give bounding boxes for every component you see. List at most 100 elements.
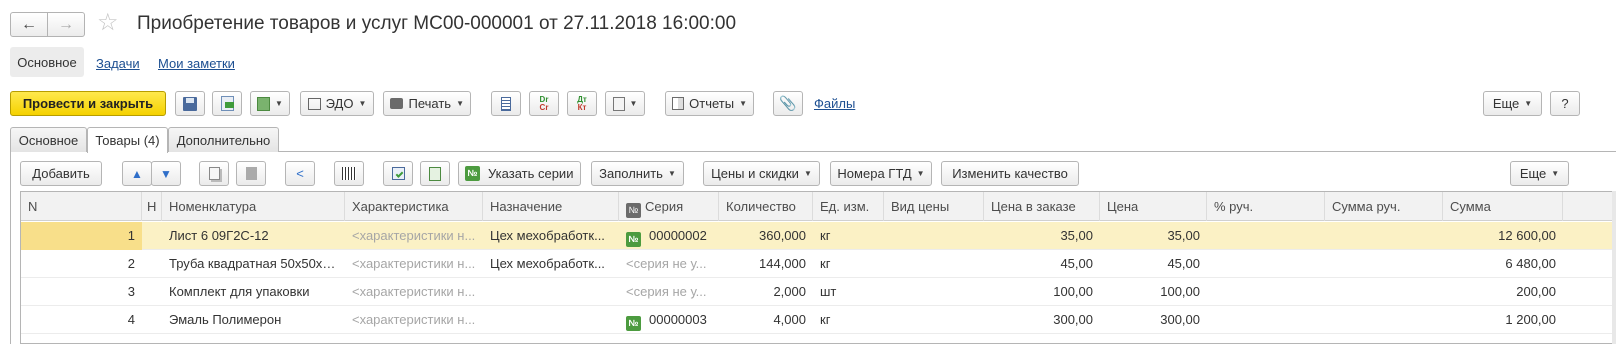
select-goods-button[interactable] bbox=[383, 161, 413, 186]
gtd-numbers-button[interactable]: Номера ГТД ▼ bbox=[830, 161, 932, 186]
save-button[interactable] bbox=[175, 91, 205, 116]
series-cell[interactable]: <серия не у... bbox=[619, 250, 719, 278]
forward-button[interactable]: → bbox=[47, 12, 85, 37]
create-based-on-icon bbox=[257, 96, 271, 111]
col-quantity[interactable]: Количество bbox=[719, 192, 813, 221]
post-and-close-button[interactable]: Провести и закрыть bbox=[10, 91, 166, 116]
tab-tasks[interactable]: Задачи bbox=[96, 56, 140, 71]
purpose-cell[interactable] bbox=[483, 278, 619, 306]
change-quality-button[interactable]: Изменить качество bbox=[941, 161, 1079, 186]
series-value: 00000002 bbox=[649, 228, 707, 243]
more-button[interactable]: Еще ▼ bbox=[1483, 91, 1542, 116]
sum-cell[interactable]: 1 200,00 bbox=[1443, 306, 1563, 334]
edo-button[interactable]: ЭДО ▼ bbox=[300, 91, 374, 116]
order-price-cell[interactable]: 45,00 bbox=[984, 250, 1100, 278]
table-row[interactable]: 3 Комплект для упаковки <характеристики … bbox=[21, 278, 1616, 306]
files-link[interactable]: Файлы bbox=[814, 96, 855, 111]
characteristic-cell[interactable]: <характеристики н... bbox=[345, 250, 483, 278]
sum-cell[interactable]: 12 600,00 bbox=[1443, 222, 1563, 250]
col-series[interactable]: № Серия bbox=[619, 192, 719, 221]
favorite-star-icon[interactable]: ☆ bbox=[97, 10, 119, 36]
col-order-price[interactable]: Цена в заказе bbox=[984, 192, 1100, 221]
col-manual-pct[interactable]: % руч. bbox=[1207, 192, 1325, 221]
chevron-down-icon: ▼ bbox=[456, 99, 464, 108]
add-row-button[interactable]: Добавить bbox=[20, 161, 102, 186]
goods-table[interactable]: N Н Номенклатура Характеристика Назначен… bbox=[20, 191, 1616, 344]
price-cell[interactable]: 100,00 bbox=[1100, 278, 1207, 306]
col-manual-sum[interactable]: Сумма руч. bbox=[1325, 192, 1443, 221]
tab-doc-main[interactable]: Основное bbox=[10, 127, 87, 152]
series-cell[interactable]: № 00000002 bbox=[619, 222, 719, 250]
table-row[interactable]: 1 Лист 6 09Г2С-12 <характеристики н... Ц… bbox=[21, 222, 1616, 250]
quantity-cell[interactable]: 4,000 bbox=[719, 306, 813, 334]
unit-cell[interactable]: кг bbox=[813, 250, 884, 278]
attachments-button[interactable]: ▼ bbox=[605, 91, 645, 116]
purpose-cell[interactable]: Цех мехобработк... bbox=[483, 250, 619, 278]
purpose-cell[interactable]: Цех мехобработк... bbox=[483, 222, 619, 250]
dt-cr-button[interactable]: Dr Cr bbox=[529, 91, 559, 116]
tab-main[interactable]: Основное bbox=[10, 47, 84, 77]
split-row-button[interactable]: < bbox=[285, 161, 315, 186]
reports-button[interactable]: Отчеты ▼ bbox=[665, 91, 754, 116]
tab-doc-goods[interactable]: Товары (4) bbox=[87, 127, 168, 153]
col-characteristic[interactable]: Характеристика bbox=[345, 192, 483, 221]
table-row[interactable]: 2 Труба квадратная 50x50x4... <характери… bbox=[21, 250, 1616, 278]
unit-cell[interactable]: кг bbox=[813, 306, 884, 334]
nomenclature-cell[interactable]: Лист 6 09Г2С-12 bbox=[162, 222, 345, 250]
dt-kt-button[interactable]: Дт Кт bbox=[567, 91, 597, 116]
characteristic-cell[interactable]: <характеристики н... bbox=[345, 222, 483, 250]
back-button[interactable]: ← bbox=[10, 12, 48, 37]
col-unit[interactable]: Ед. изм. bbox=[813, 192, 884, 221]
order-price-cell[interactable]: 35,00 bbox=[984, 222, 1100, 250]
series-cell[interactable]: № 00000003 bbox=[619, 306, 719, 334]
sum-cell[interactable]: 200,00 bbox=[1443, 278, 1563, 306]
attach-file-button[interactable]: 📎 bbox=[773, 91, 803, 116]
sum-cell[interactable]: 6 480,00 bbox=[1443, 250, 1563, 278]
col-purpose[interactable]: Назначение bbox=[483, 192, 619, 221]
unit-cell[interactable]: кг bbox=[813, 222, 884, 250]
characteristic-cell[interactable]: <характеристики н... bbox=[345, 306, 483, 334]
tab-doc-extra[interactable]: Дополнительно bbox=[168, 127, 279, 152]
characteristic-cell[interactable]: <характеристики н... bbox=[345, 278, 483, 306]
col-sum[interactable]: Сумма bbox=[1443, 192, 1563, 221]
post-button[interactable] bbox=[212, 91, 242, 116]
tab-notes[interactable]: Мои заметки bbox=[158, 56, 235, 71]
price-cell[interactable]: 45,00 bbox=[1100, 250, 1207, 278]
purpose-cell[interactable] bbox=[483, 306, 619, 334]
vertical-scrollbar[interactable] bbox=[1612, 191, 1616, 344]
nomenclature-cell[interactable]: Эмаль Полимерон bbox=[162, 306, 345, 334]
col-price-type[interactable]: Вид цены bbox=[884, 192, 984, 221]
quantity-cell[interactable]: 2,000 bbox=[719, 278, 813, 306]
print-label: Печать bbox=[408, 96, 452, 111]
col-flag[interactable]: Н bbox=[142, 192, 162, 221]
series-icon: № bbox=[626, 232, 641, 247]
barcode-button[interactable] bbox=[334, 161, 364, 186]
unit-cell[interactable]: шт bbox=[813, 278, 884, 306]
order-price-cell[interactable]: 300,00 bbox=[984, 306, 1100, 334]
quantity-cell[interactable]: 144,000 bbox=[719, 250, 813, 278]
copy-rows-button[interactable] bbox=[199, 161, 229, 186]
help-button[interactable]: ? bbox=[1550, 91, 1580, 116]
create-based-on-button[interactable]: ▼ bbox=[250, 91, 290, 116]
price-cell[interactable]: 300,00 bbox=[1100, 306, 1207, 334]
table-row[interactable]: 4 Эмаль Полимерон <характеристики н... №… bbox=[21, 306, 1616, 334]
nomenclature-cell[interactable]: Труба квадратная 50x50x4... bbox=[162, 250, 345, 278]
col-n[interactable]: N bbox=[21, 192, 142, 221]
fill-button[interactable]: Заполнить ▼ bbox=[591, 161, 684, 186]
print-button[interactable]: Печать ▼ bbox=[383, 91, 471, 116]
move-down-button[interactable]: ▼ bbox=[151, 161, 181, 186]
price-cell[interactable]: 35,00 bbox=[1100, 222, 1207, 250]
table-more-button[interactable]: Еще ▼ bbox=[1510, 161, 1569, 186]
series-cell[interactable]: <серия не у... bbox=[619, 278, 719, 306]
load-from-file-button[interactable] bbox=[420, 161, 450, 186]
prices-discounts-button[interactable]: Цены и скидки ▼ bbox=[703, 161, 820, 186]
quantity-cell[interactable]: 360,000 bbox=[719, 222, 813, 250]
order-price-cell[interactable]: 100,00 bbox=[984, 278, 1100, 306]
move-up-button[interactable]: ▲ bbox=[122, 161, 152, 186]
set-series-button[interactable]: № Указать серии bbox=[458, 161, 581, 186]
col-price[interactable]: Цена bbox=[1100, 192, 1207, 221]
col-nomenclature[interactable]: Номенклатура bbox=[162, 192, 345, 221]
journal-button[interactable] bbox=[491, 91, 521, 116]
paste-rows-button[interactable] bbox=[236, 161, 266, 186]
nomenclature-cell[interactable]: Комплект для упаковки bbox=[162, 278, 345, 306]
